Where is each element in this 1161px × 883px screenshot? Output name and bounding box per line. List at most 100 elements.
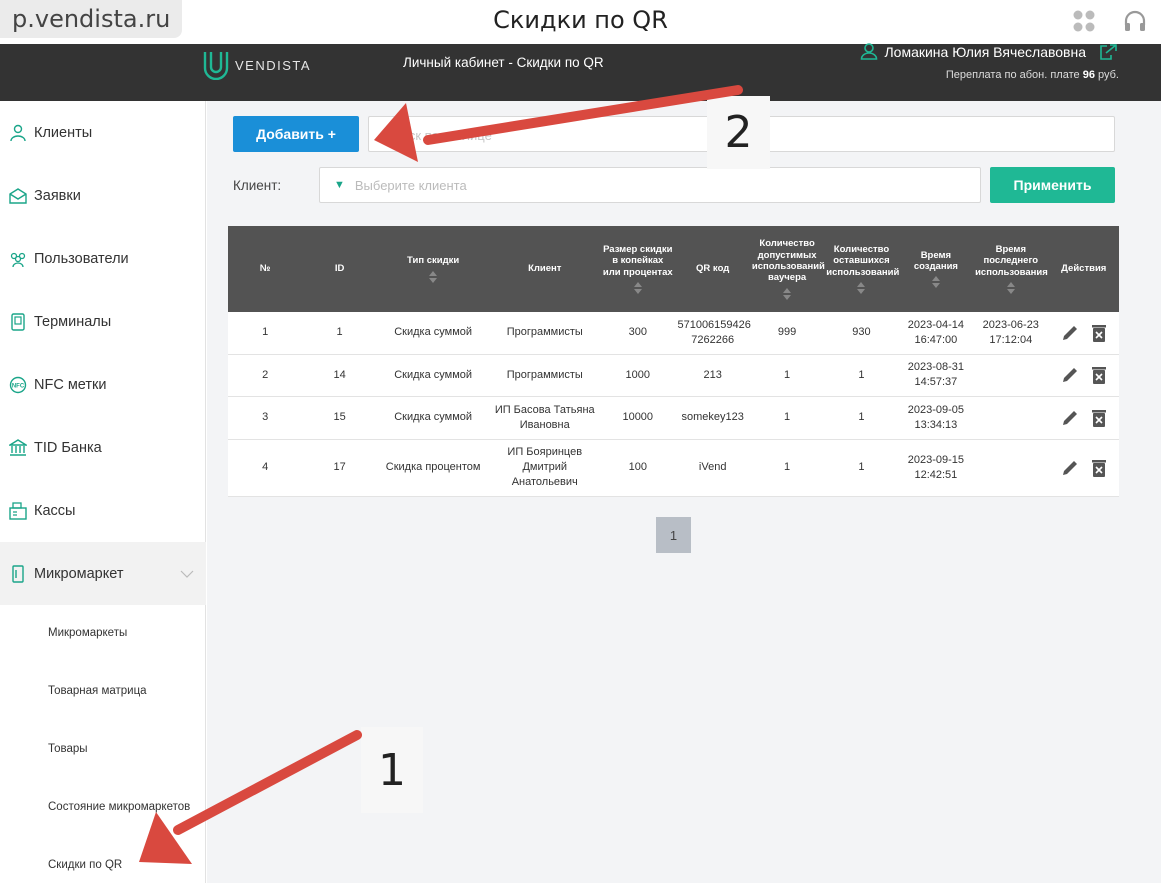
column-header-label: Клиент bbox=[528, 263, 562, 275]
table-cell: 1 bbox=[858, 368, 865, 381]
sidebar-item-users[interactable]: Пользователи bbox=[0, 227, 206, 290]
sidebar-item-label: Кассы bbox=[34, 502, 76, 519]
sidebar-item-cashiers[interactable]: Кассы bbox=[0, 479, 206, 542]
sidebar-subitem-qr-discounts[interactable]: Скидки по QR bbox=[48, 859, 122, 871]
client-select-placeholder: Выберите клиента bbox=[354, 177, 467, 193]
app-header: VENDISTA Личный кабинет - Скидки по QR Л… bbox=[0, 42, 1161, 101]
edit-icon[interactable] bbox=[1061, 366, 1079, 384]
table-cell: 2023-06-23 17:12:04 bbox=[982, 318, 1039, 346]
table-cell: Программисты bbox=[506, 326, 583, 339]
row-actions bbox=[1049, 396, 1119, 439]
column-header-label: ID bbox=[334, 263, 345, 275]
svg-text:NFC: NFC bbox=[12, 383, 25, 389]
delete-icon[interactable] bbox=[1091, 459, 1107, 477]
delete-icon[interactable] bbox=[1091, 324, 1107, 342]
column-header[interactable]: Количество допустимых использований вауч… bbox=[750, 226, 825, 312]
table-cell: 10000 bbox=[622, 411, 654, 424]
table-cell: Скидка процентом bbox=[385, 461, 481, 474]
table-cell: ИП Бояринцев Дмитрий Анатольевич bbox=[507, 446, 583, 488]
cashier-icon bbox=[9, 501, 27, 520]
sidebar-item-tid-bank[interactable]: TID Банка bbox=[0, 416, 206, 479]
table-cell: 1000 bbox=[625, 368, 650, 381]
chevron-down-icon[interactable] bbox=[180, 566, 194, 582]
sidebar-item-label: NFC метки bbox=[34, 376, 107, 393]
sort-icon[interactable] bbox=[857, 282, 866, 295]
sidebar-subitem-micromarket-status[interactable]: Состояние микромаркетов bbox=[48, 801, 190, 813]
pagination-page-1[interactable]: 1 bbox=[656, 517, 691, 553]
column-header-label: Время создания bbox=[913, 249, 958, 272]
column-header: Клиент bbox=[489, 226, 600, 312]
column-header[interactable]: Тип скидки bbox=[377, 226, 490, 312]
delete-icon[interactable] bbox=[1091, 366, 1107, 384]
logout-icon[interactable] bbox=[1099, 43, 1119, 66]
balance-label: Переплата по абон. плате bbox=[945, 69, 1080, 81]
apply-button[interactable]: Применить bbox=[990, 167, 1115, 203]
vendista-logo[interactable]: VENDISTA bbox=[203, 50, 311, 80]
delete-icon[interactable] bbox=[1091, 409, 1107, 427]
client-filter-label: Клиент: bbox=[233, 178, 282, 193]
sidebar-item-terminals[interactable]: Терминалы bbox=[0, 290, 206, 353]
table-cell: 1 bbox=[858, 461, 865, 474]
table-cell: 2023-09-05 13:34:13 bbox=[907, 403, 965, 431]
sort-icon[interactable] bbox=[931, 276, 940, 289]
add-button[interactable]: Добавить + bbox=[233, 116, 359, 152]
sidebar-subitem-product-matrix[interactable]: Товарная матрица bbox=[48, 685, 147, 697]
table-cell: 2023-08-31 14:57:37 bbox=[907, 361, 965, 388]
sort-icon[interactable] bbox=[429, 270, 438, 283]
column-header[interactable]: Время последнего использования bbox=[973, 226, 1048, 312]
page-subtitle: Личный кабинет - Скидки по QR bbox=[403, 55, 604, 70]
column-header-label: Размер скидки в копейках или процентах bbox=[602, 243, 673, 278]
table-cell: 3 bbox=[262, 411, 269, 424]
column-header-label: Действия bbox=[1061, 263, 1107, 275]
balance-value: 96 bbox=[1082, 69, 1095, 81]
column-header[interactable]: Количество оставшихся использований bbox=[824, 226, 899, 312]
edit-icon[interactable] bbox=[1061, 459, 1079, 477]
sort-icon[interactable] bbox=[783, 287, 792, 300]
table-cell: 1 bbox=[336, 326, 343, 339]
annotation-label-2: 2 bbox=[707, 96, 770, 169]
clients-icon bbox=[9, 124, 27, 142]
sidebar-item-nfc[interactable]: NFC NFC метки bbox=[0, 353, 206, 416]
table-cell: 999 bbox=[777, 326, 797, 339]
client-select[interactable]: ▼ Выберите клиента bbox=[319, 167, 981, 203]
main-content: Добавить + Поиск по таблице Клиент: ▼ Вы… bbox=[207, 101, 1161, 883]
user-name[interactable]: Ломакина Юлия Вячеславовна bbox=[860, 42, 1086, 60]
sidebar-item-clients[interactable]: Клиенты bbox=[0, 101, 206, 164]
column-header[interactable]: Размер скидки в копейках или процентах bbox=[600, 226, 675, 312]
table-cell bbox=[973, 396, 1048, 439]
headphones-icon[interactable] bbox=[1122, 8, 1148, 34]
sort-icon[interactable] bbox=[1006, 282, 1015, 295]
sidebar-subitem-products[interactable]: Товары bbox=[48, 743, 88, 755]
sidebar-subitem-micromarkets[interactable]: Микромаркеты bbox=[48, 627, 127, 639]
column-header: ID bbox=[302, 226, 376, 312]
table-header-row: № ID Тип скидки Клиент Размер скидки в копей… bbox=[228, 226, 1119, 312]
column-header: Действия bbox=[1049, 226, 1119, 312]
apps-icon[interactable] bbox=[1071, 8, 1097, 34]
table-cell: 300 bbox=[628, 326, 647, 339]
table-cell: 2023-09-15 12:42:51 bbox=[907, 453, 965, 481]
table-cell: 930 bbox=[852, 326, 871, 339]
edit-icon[interactable] bbox=[1061, 409, 1079, 427]
edit-icon[interactable] bbox=[1061, 324, 1079, 342]
table-cell: somekey123 bbox=[681, 411, 744, 424]
table-cell: Программисты bbox=[506, 368, 583, 381]
vendista-logo-icon bbox=[203, 52, 229, 80]
table-cell: 1 bbox=[784, 461, 791, 474]
sort-icon[interactable] bbox=[633, 282, 642, 295]
column-header: № bbox=[228, 226, 302, 312]
sidebar: Клиенты Заявки Пользователи Терминалы NF… bbox=[0, 101, 206, 883]
column-header: QR код bbox=[675, 226, 749, 312]
sidebar-item-micromarket[interactable]: Микромаркет bbox=[0, 542, 206, 605]
logo-text: VENDISTA bbox=[235, 57, 312, 73]
column-header-label: Количество допустимых использований вауч… bbox=[751, 238, 825, 284]
table-row: 3 15 Скидка суммой ИП Басова Татьяна Иванов… bbox=[228, 396, 1119, 439]
annotation-label-1: 1 bbox=[361, 727, 423, 813]
column-header[interactable]: Время создания bbox=[899, 226, 973, 312]
table-cell: 1 bbox=[858, 411, 865, 424]
table-cell: Скидка суммой bbox=[394, 326, 473, 339]
table-cell: 4 bbox=[262, 461, 269, 474]
balance-currency: руб. bbox=[1098, 69, 1119, 81]
sidebar-item-requests[interactable]: Заявки bbox=[0, 164, 206, 227]
requests-icon bbox=[9, 187, 27, 205]
row-actions bbox=[1049, 439, 1119, 496]
